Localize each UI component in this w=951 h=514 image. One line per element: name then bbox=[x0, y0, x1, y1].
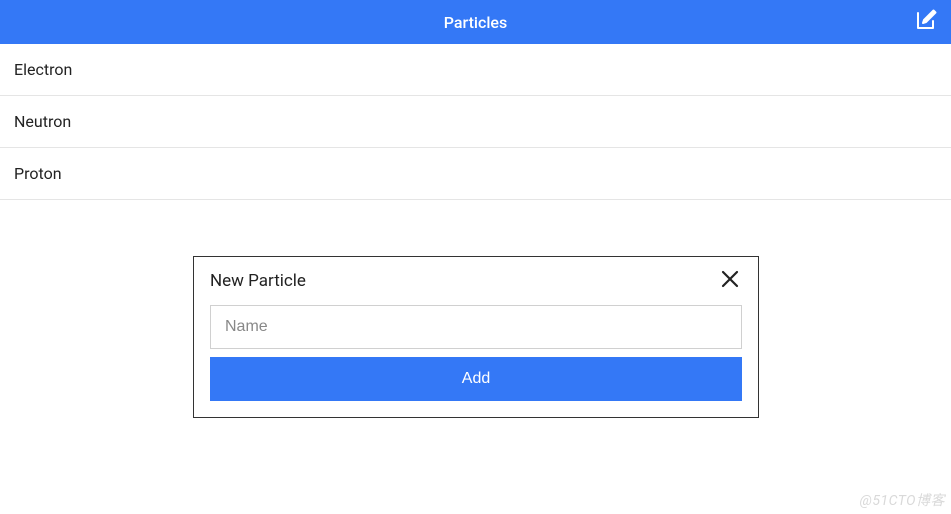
list-item[interactable]: Proton bbox=[0, 148, 951, 200]
app-header: Particles bbox=[0, 0, 951, 44]
name-input[interactable] bbox=[210, 305, 742, 349]
dialog-body: Add bbox=[194, 305, 758, 417]
list-item-label: Neutron bbox=[14, 112, 71, 131]
page-title: Particles bbox=[444, 13, 507, 32]
particle-list: Electron Neutron Proton bbox=[0, 44, 951, 200]
close-icon bbox=[720, 269, 740, 293]
dialog-title: New Particle bbox=[210, 271, 306, 291]
compose-button[interactable] bbox=[913, 9, 939, 35]
list-item[interactable]: Electron bbox=[0, 44, 951, 96]
add-button[interactable]: Add bbox=[210, 357, 742, 401]
list-item-label: Electron bbox=[14, 60, 72, 79]
list-item-label: Proton bbox=[14, 164, 62, 183]
new-particle-dialog: New Particle Add bbox=[193, 256, 759, 418]
compose-icon bbox=[914, 8, 938, 36]
close-button[interactable] bbox=[718, 269, 742, 293]
watermark: @51CTO博客 bbox=[860, 490, 945, 510]
dialog-header: New Particle bbox=[194, 257, 758, 305]
list-item[interactable]: Neutron bbox=[0, 96, 951, 148]
